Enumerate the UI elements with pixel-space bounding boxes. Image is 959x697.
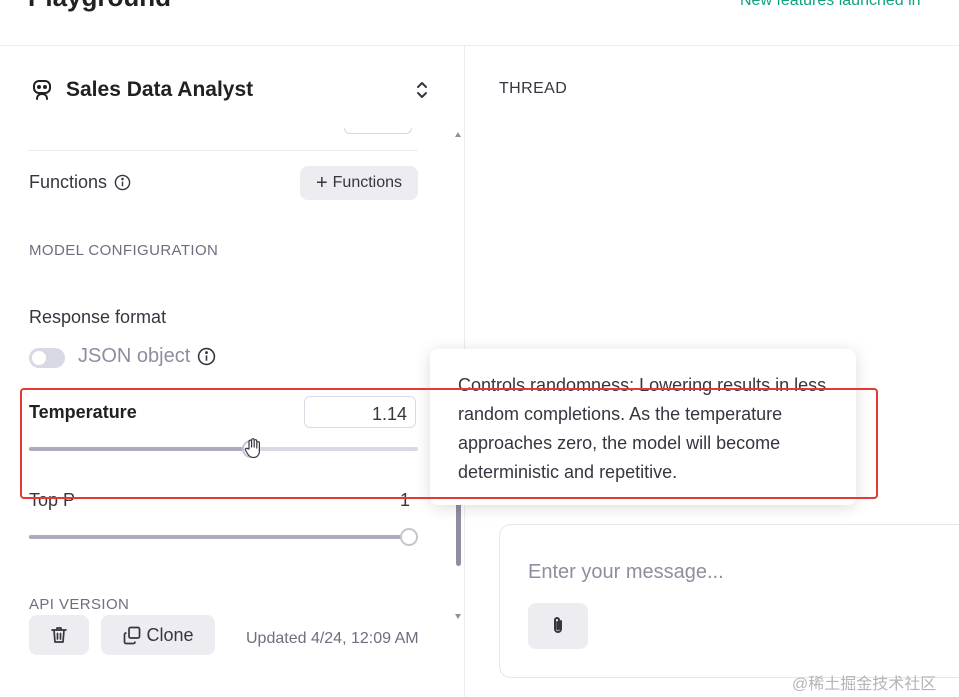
temperature-slider[interactable] xyxy=(29,438,418,459)
response-format-label-text: Response format xyxy=(29,307,167,327)
top-p-slider-fill xyxy=(29,535,418,539)
functions-label: Functions xyxy=(29,172,108,192)
scroll-up-arrow[interactable] xyxy=(455,132,461,137)
json-object-label: JSON object xyxy=(78,345,191,367)
hand-cursor-icon xyxy=(244,438,260,459)
top-p-slider[interactable] xyxy=(29,528,418,546)
copy-icon xyxy=(124,626,141,645)
api-version-heading: API VERSION xyxy=(29,596,130,613)
top-p-slider-thumb[interactable] xyxy=(400,528,418,546)
toggle-knob xyxy=(32,351,46,365)
temperature-label-row: Temperature xyxy=(29,402,137,423)
announcement-link[interactable]: New features launched in xyxy=(740,0,921,10)
attach-file-button[interactable] xyxy=(528,603,588,649)
temperature-label: Temperature xyxy=(29,402,137,422)
scroll-down-arrow[interactable] xyxy=(455,614,461,619)
clone-button-label: Clone xyxy=(146,624,194,645)
divider xyxy=(28,150,418,151)
delete-button[interactable] xyxy=(29,615,89,655)
add-functions-button-label: Functions xyxy=(332,174,403,191)
chevron-updown-icon[interactable] xyxy=(413,78,431,102)
top-bar: Playground New features launched in xyxy=(0,0,959,46)
info-icon[interactable] xyxy=(114,174,131,191)
top-p-label: Top P xyxy=(29,490,76,510)
updated-timestamp: Updated 4/24, 12:09 AM xyxy=(246,630,419,647)
paperclip-icon xyxy=(554,617,562,633)
temperature-tooltip: Controls randomness: Lowering results in… xyxy=(430,349,856,505)
functions-label-row: Functions xyxy=(29,172,131,193)
model-configuration-heading: MODEL CONFIGURATION xyxy=(29,242,219,259)
add-functions-button[interactable]: + Functions xyxy=(300,166,418,200)
collapsed-field-edge xyxy=(344,128,412,134)
robot-icon xyxy=(33,80,51,100)
scroll-thumb[interactable] xyxy=(456,502,461,566)
assistant-selector[interactable]: Sales Data Analyst xyxy=(30,72,435,108)
thread-heading: THREAD xyxy=(499,80,568,97)
temperature-value-input[interactable]: 1.14 xyxy=(304,396,416,428)
message-input[interactable] xyxy=(528,561,908,584)
json-object-toggle[interactable] xyxy=(29,348,65,368)
clone-button[interactable]: Clone xyxy=(101,615,215,655)
plus-icon: + xyxy=(315,172,328,194)
page-title: Playground xyxy=(28,0,171,13)
response-format-label: Response format xyxy=(29,307,166,328)
info-icon[interactable] xyxy=(197,347,216,366)
watermark-text: @稀土掘金技术社区 xyxy=(792,676,937,693)
trash-icon xyxy=(51,627,67,643)
assistant-settings-panel: Sales Data Analyst Functions + Functions… xyxy=(0,46,465,697)
top-p-value[interactable]: 1 xyxy=(380,490,410,511)
top-p-label-row: Top P xyxy=(29,490,75,511)
json-object-label-row: JSON object xyxy=(78,345,216,368)
assistant-name: Sales Data Analyst xyxy=(66,78,254,101)
message-composer xyxy=(499,524,959,678)
temperature-slider-fill xyxy=(29,447,251,451)
